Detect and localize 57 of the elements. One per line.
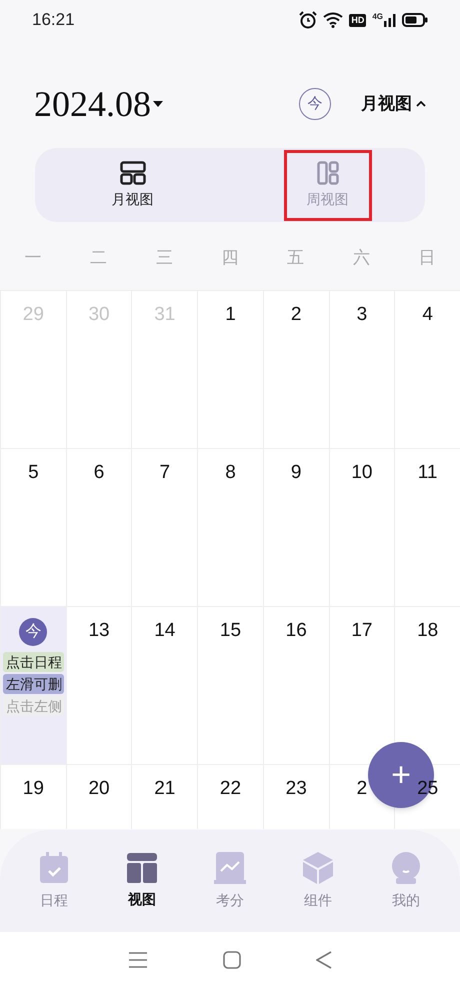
network-label: 4G — [372, 13, 383, 21]
weekday-label: 五 — [287, 246, 304, 269]
cube-icon — [303, 852, 333, 884]
calendar-icon — [39, 852, 69, 884]
battery-icon — [402, 13, 428, 27]
back-icon[interactable] — [316, 950, 332, 968]
day-number[interactable]: 5 — [28, 459, 39, 488]
nav-tab[interactable]: 视图 — [110, 852, 174, 910]
day-number[interactable]: 17 — [351, 617, 372, 646]
day-number[interactable]: 14 — [154, 617, 176, 646]
day-number[interactable]: 10 — [351, 459, 372, 488]
day-number[interactable]: 3 — [356, 301, 368, 330]
layout-icon — [316, 160, 338, 184]
day-number[interactable]: 4 — [422, 301, 433, 330]
day-number[interactable]: 9 — [290, 459, 302, 488]
month-picker[interactable]: 2024.08 — [34, 77, 163, 131]
day-number[interactable]: 1 — [225, 301, 236, 330]
day-number[interactable]: 16 — [286, 617, 307, 646]
day-number[interactable]: 2 — [356, 775, 368, 804]
event-chip[interactable]: 左滑可删 — [3, 674, 64, 694]
day-number[interactable]: 23 — [286, 775, 307, 804]
today-badge: 今 — [19, 618, 48, 646]
day-number[interactable]: 11 — [418, 459, 438, 488]
weekday-label: 三 — [156, 246, 173, 269]
day-number[interactable]: 2 — [290, 301, 302, 330]
day-number[interactable]: 7 — [159, 459, 170, 488]
weekday-label: 日 — [418, 246, 436, 269]
day-number[interactable]: 19 — [22, 775, 44, 804]
today-cell[interactable]: 今 点击日程 左滑可删 点击左侧 — [0, 607, 66, 764]
day-number[interactable]: 21 — [154, 775, 176, 804]
view-switch[interactable]: 月视图 — [361, 91, 426, 117]
weekday-label: 二 — [90, 246, 108, 269]
home-icon[interactable] — [222, 950, 241, 968]
weekday-label: 四 — [221, 246, 238, 269]
hd-badge: HD — [349, 14, 366, 26]
weekday-label: 一 — [24, 246, 42, 269]
day-number[interactable]: 13 — [88, 617, 110, 646]
signal-icon — [384, 13, 396, 27]
profile-icon — [391, 852, 421, 884]
day-number[interactable]: 15 — [220, 617, 242, 646]
event-chip[interactable]: 点击日程 — [3, 652, 64, 672]
day-number[interactable]: 20 — [88, 775, 110, 804]
today-button[interactable]: 今 — [299, 88, 331, 120]
day-number[interactable]: 22 — [220, 775, 242, 804]
day-number[interactable]: 18 — [417, 617, 438, 646]
view-tab[interactable]: 月视图 — [88, 150, 176, 220]
chart-icon — [214, 852, 246, 884]
layout-icon — [120, 160, 146, 184]
weekday-label: 六 — [352, 246, 370, 269]
dropdown-icon — [153, 101, 163, 107]
day-number[interactable]: 8 — [225, 459, 236, 488]
day-number[interactable]: 6 — [94, 459, 104, 488]
alarm-icon — [299, 11, 318, 29]
menu-icon[interactable] — [128, 950, 148, 968]
layout-icon — [127, 852, 157, 882]
wifi-icon — [323, 12, 344, 28]
status-time: 16:21 — [32, 9, 75, 32]
